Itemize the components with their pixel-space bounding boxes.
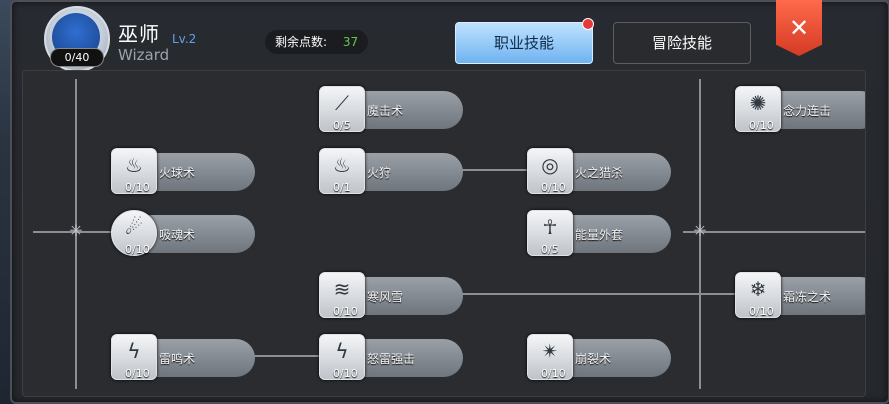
close-button[interactable]: ✕	[776, 0, 822, 56]
tree-connector-line	[455, 293, 755, 295]
skill-name: 念力连击	[783, 104, 832, 118]
skill-level-count: 0/10	[541, 367, 566, 380]
class-name-en: Wizard	[118, 46, 170, 64]
skill-name: 寒风雪	[367, 290, 404, 304]
skill-level-count: 0/5	[541, 243, 559, 256]
notification-dot	[582, 18, 594, 30]
skill-node[interactable]: ♨ 火球术 0/10	[111, 148, 255, 194]
skill-level-count: 0/10	[333, 305, 358, 318]
tree-node-star-icon: ✳	[693, 221, 707, 240]
skill-tree-panel: ✳ ✳ ⟋ 魔击术 0/5 ✺ 念力连击 0/10 ♨ 火球术 0/10 ♨ 火…	[22, 70, 866, 397]
skill-name: 吸魂术	[159, 228, 196, 242]
skill-name: 火球术	[159, 166, 196, 180]
skill-name: 崩裂术	[575, 352, 612, 366]
skill-name: 霜冻之术	[783, 290, 832, 304]
skill-node[interactable]: ✺ 念力连击 0/10	[735, 86, 865, 132]
skill-node[interactable]: ⟋ 魔击术 0/5	[319, 86, 463, 132]
tree-connector-line	[683, 231, 865, 233]
skill-node[interactable]: ♨ 火狩 0/1	[319, 148, 463, 194]
class-name-cn: 巫师	[118, 22, 160, 46]
skill-level-count: 0/10	[333, 367, 358, 380]
skill-node[interactable]: ☥ 能量外套 0/5	[527, 210, 671, 256]
tab-job-skills[interactable]: 职业技能	[455, 22, 593, 64]
skill-node[interactable]: ☄ 吸魂术 0/10	[111, 210, 255, 256]
skill-level-count: 0/10	[125, 243, 150, 256]
avatar-level-badge: 0/40	[50, 48, 104, 67]
class-level: Lv.2	[172, 32, 197, 46]
skill-level-count: 0/10	[749, 305, 774, 318]
skill-node[interactable]: ✴ 崩裂术 0/10	[527, 334, 671, 380]
skill-node[interactable]: ◎ 火之猎杀 0/10	[527, 148, 671, 194]
skill-name: 能量外套	[575, 228, 624, 242]
remaining-points-value: 37	[342, 35, 359, 49]
skill-node[interactable]: ≋ 寒风雪 0/10	[319, 272, 463, 318]
skill-level-count: 0/1	[333, 181, 351, 194]
skill-node[interactable]: ϟ 雷鸣术 0/10	[111, 334, 255, 380]
skill-node[interactable]: ❄ 霜冻之术 0/10	[735, 272, 865, 318]
tab-adventure-skills[interactable]: 冒险技能	[613, 22, 751, 64]
skill-level-count: 0/5	[333, 119, 351, 132]
skill-level-count: 0/10	[541, 181, 566, 194]
skill-name: 火之猎杀	[575, 166, 624, 180]
tree-connector-line	[455, 169, 527, 171]
remaining-points: 剩余点数: 37	[265, 30, 369, 54]
skill-name: 怒雷强击	[367, 352, 416, 366]
skill-node[interactable]: ϟ 怒雷强击 0/10	[319, 334, 463, 380]
skill-name: 魔击术	[367, 104, 404, 118]
skill-name: 火狩	[367, 166, 392, 180]
skill-name: 雷鸣术	[159, 352, 196, 366]
skill-level-count: 0/10	[749, 119, 774, 132]
remaining-points-label: 剩余点数:	[275, 35, 328, 49]
skill-level-count: 0/10	[125, 367, 150, 380]
tree-node-star-icon: ✳	[69, 221, 83, 240]
skill-level-count: 0/10	[125, 181, 150, 194]
